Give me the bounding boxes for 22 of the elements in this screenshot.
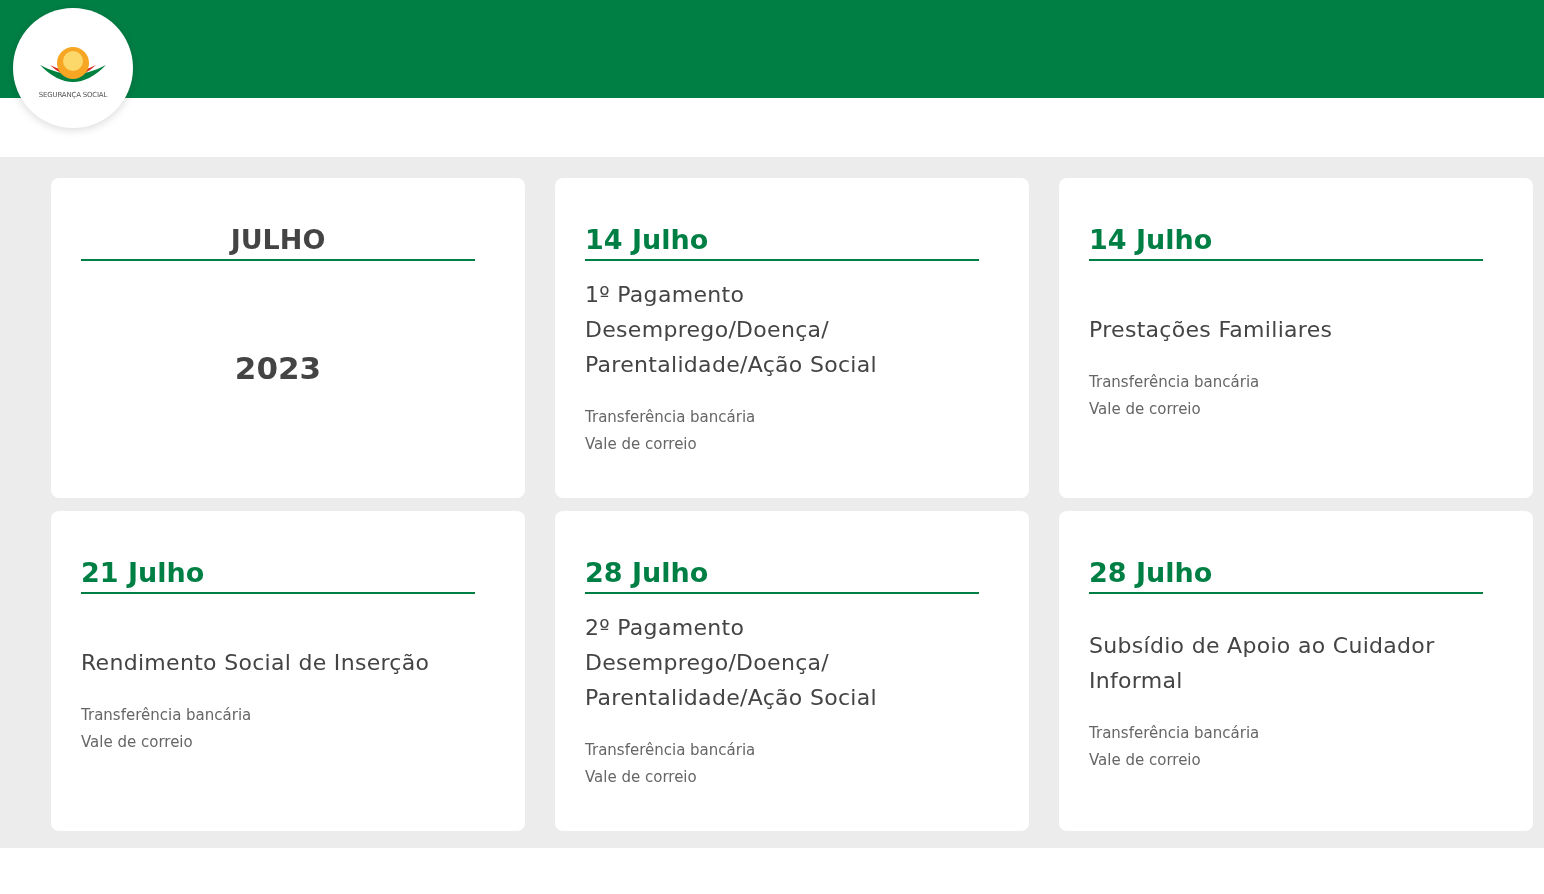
payment-description: Rendimento Social de Inserção: [81, 649, 431, 677]
payment-method: Transferência bancária: [1089, 372, 1261, 393]
payment-method: Vale de correio: [1089, 399, 1202, 420]
payment-method: Vale de correio: [1089, 749, 1202, 771]
payment-description: Subsídio de Apoio ao Cuidador Informal: [1089, 631, 1436, 695]
payment-method: Vale de correio: [81, 732, 194, 753]
payment-method: Vale de correio: [585, 767, 698, 788]
payment-description: Prestações Familiares: [1089, 316, 1334, 344]
payment-method: Transferência bancária: [585, 740, 757, 761]
payment-method: Transferência bancária: [585, 407, 757, 428]
month-title: JULHO: [228, 223, 327, 257]
payment-method: Vale de correio: [585, 434, 698, 455]
date-title: 28 Julho: [1089, 556, 1214, 590]
date-title: 21 Julho: [81, 556, 206, 590]
payment-method: Transferência bancária: [81, 705, 253, 726]
year-label: 2023: [234, 349, 322, 386]
payment-method: Transferência bancária: [1089, 722, 1261, 744]
payment-description: 1º Pagamento Desemprego/Doença/ Parentalidade/Ação Social: [585, 281, 878, 379]
payment-description: 2º Pagamento Desemprego/Doença/ Parentalidade/Ação Social: [585, 614, 878, 712]
date-title: 14 Julho: [585, 223, 710, 257]
date-title: 28 Julho: [585, 556, 710, 590]
date-title: 14 Julho: [1089, 223, 1214, 257]
